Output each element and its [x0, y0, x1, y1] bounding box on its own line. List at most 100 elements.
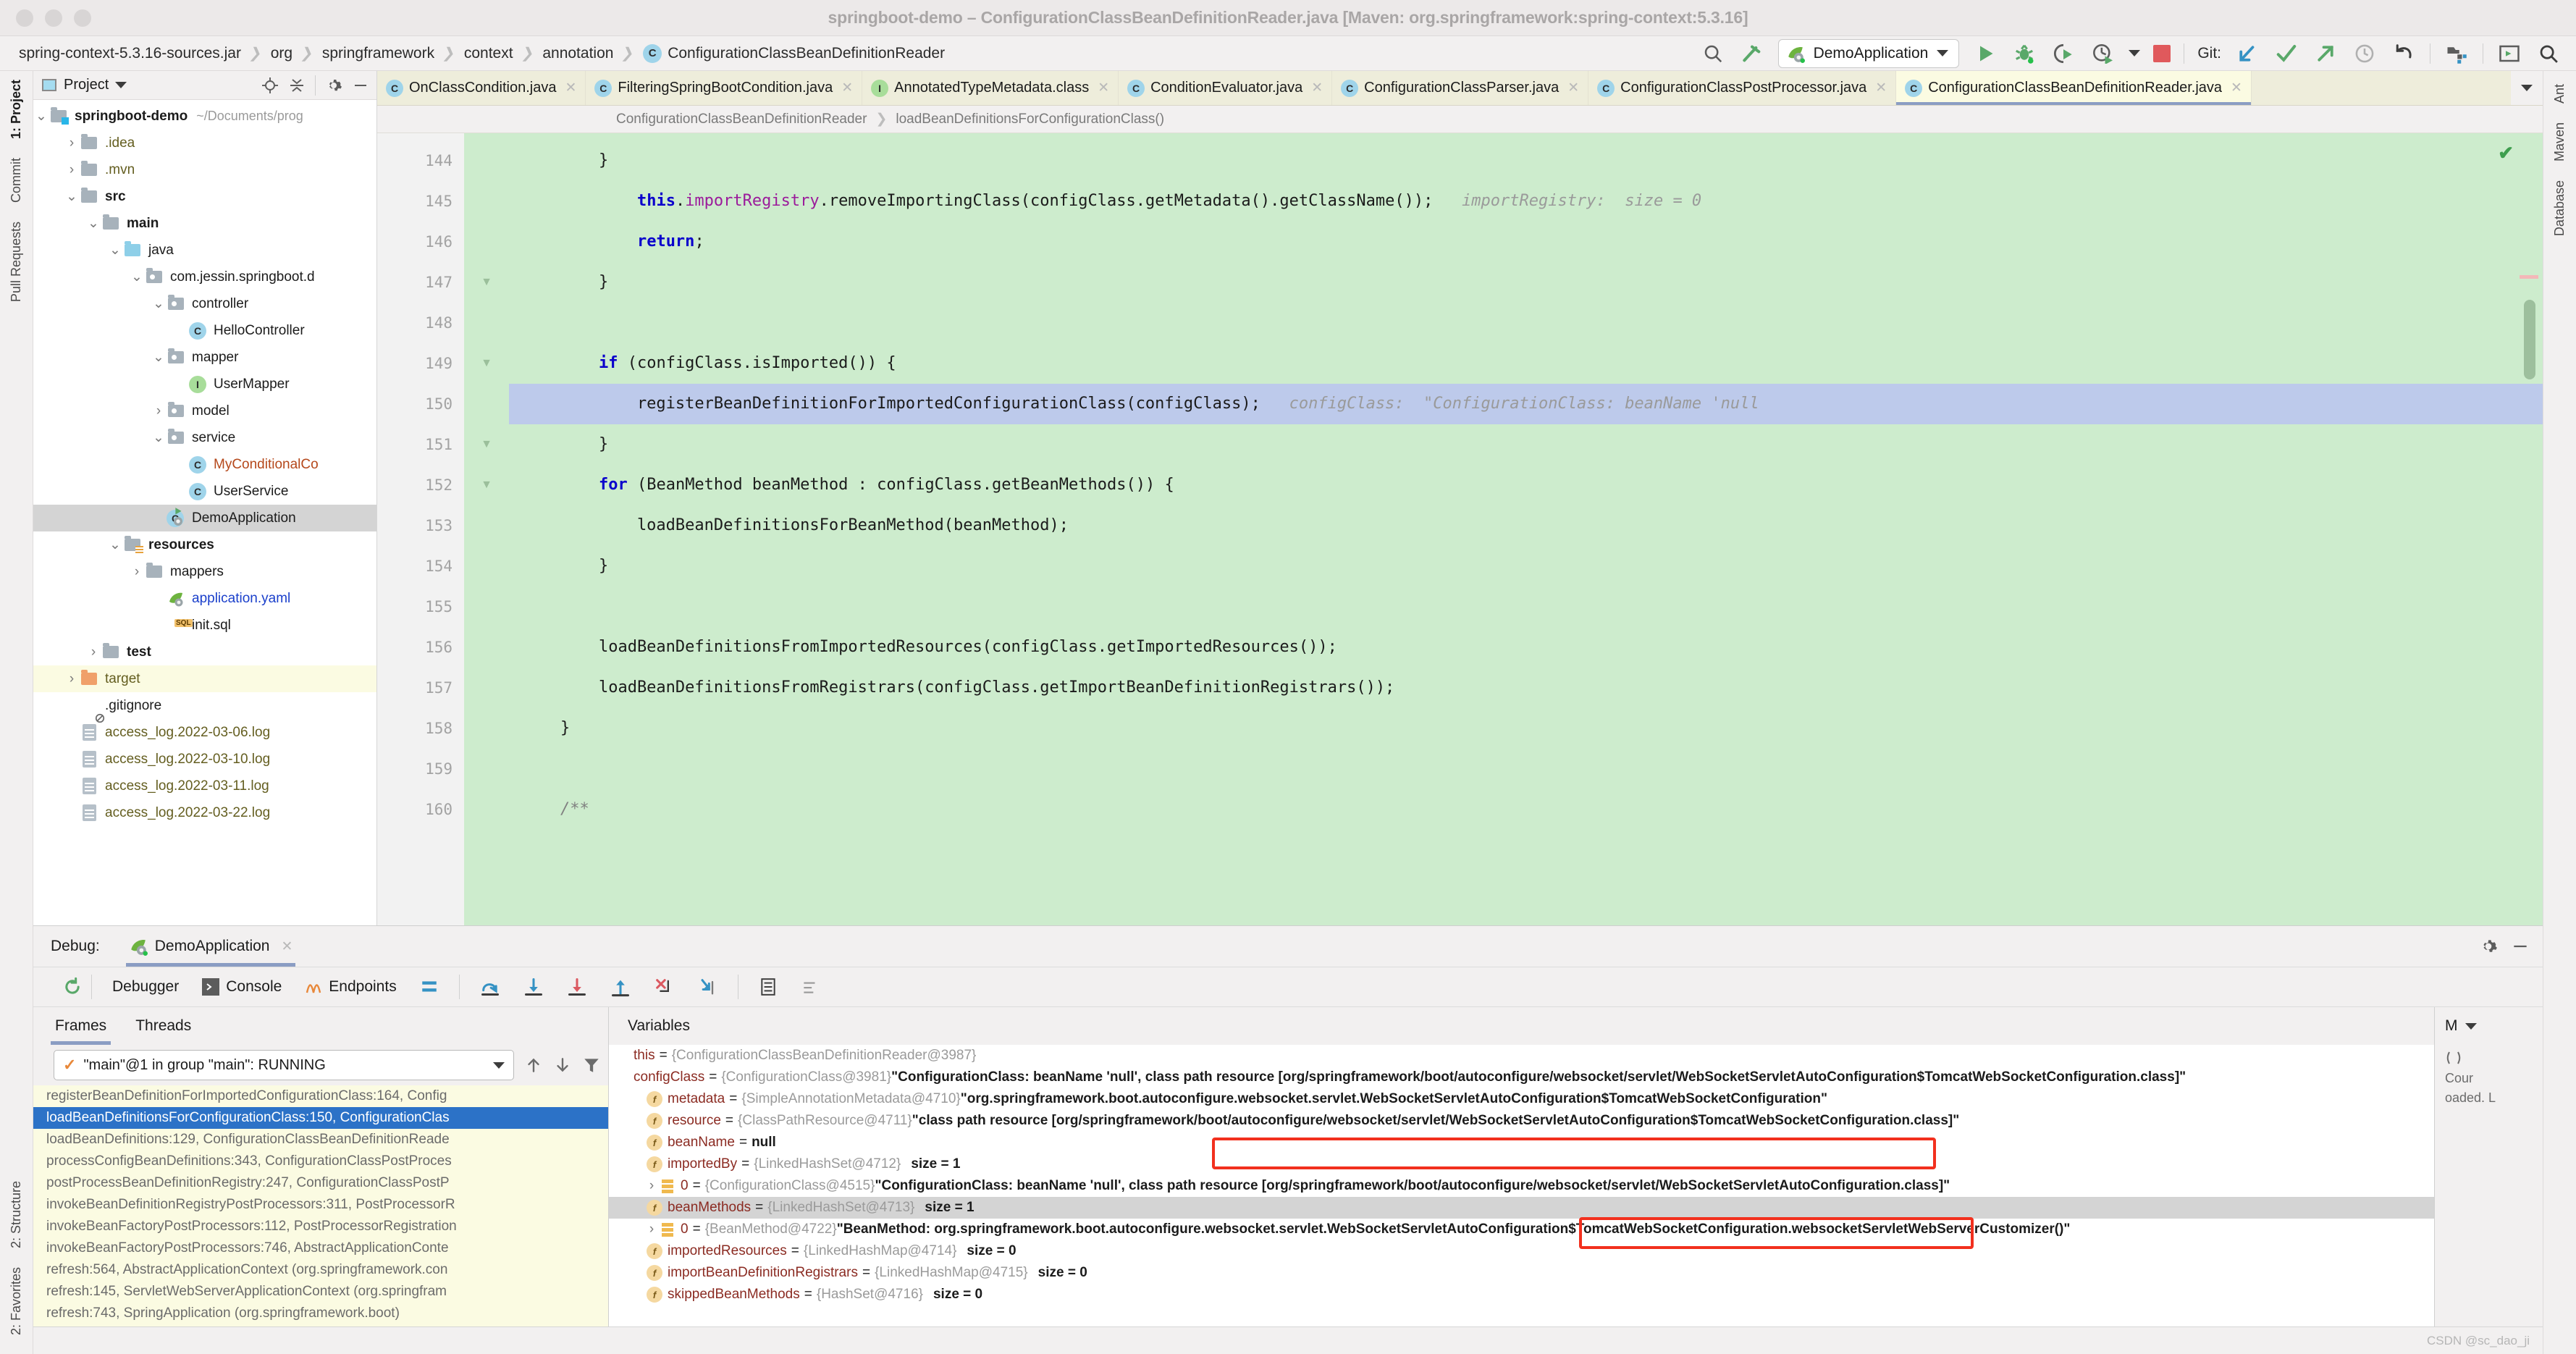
frame-row[interactable]: invokeBeanDefinitionRegistryPostProcesso… — [33, 1194, 608, 1216]
build-hammer-icon[interactable] — [1739, 41, 1765, 67]
gear-icon[interactable] — [2479, 937, 2498, 956]
chevron-right-icon[interactable]: › — [64, 671, 80, 687]
chevron-down-icon[interactable]: ⌄ — [107, 242, 123, 258]
chevron-down-icon[interactable]: ⌄ — [33, 108, 49, 125]
variable-row[interactable]: f skippedBeanMethods = {HashSet@4716} size … — [609, 1284, 2434, 1305]
git-update-icon[interactable] — [2234, 41, 2260, 67]
chevron-right-icon[interactable]: › — [64, 135, 80, 151]
code-line[interactable]: loadBeanDefinitionsFromImportedResources… — [509, 627, 2543, 668]
tree-node-resources[interactable]: ⌄ resources — [33, 531, 376, 558]
fold-marker[interactable]: ▼ — [464, 262, 509, 303]
tree-node-access-log-2022-03-10-log[interactable]: access_log.2022-03-10.log — [33, 746, 376, 773]
tree-node-usermapper[interactable]: I UserMapper — [33, 371, 376, 398]
breadcrumb-class[interactable]: ConfigurationClassBeanDefinitionReader — [616, 112, 867, 127]
git-push-icon[interactable] — [2312, 41, 2339, 67]
variable-row[interactable]: this = {ConfigurationClassBeanDefinitionRe… — [609, 1045, 2434, 1067]
chevron-right-icon[interactable]: › — [151, 403, 167, 419]
chevron-right-icon[interactable]: › — [644, 1178, 660, 1194]
layout-settings-icon[interactable] — [408, 977, 450, 996]
variable-row[interactable]: configClass = {ConfigurationClass@3981} "C… — [609, 1067, 2434, 1088]
frames-filter-button[interactable] — [582, 1056, 601, 1075]
tab-frames[interactable]: Frames — [50, 1007, 111, 1045]
code-line[interactable]: } — [509, 424, 2543, 465]
fold-marker[interactable] — [464, 384, 509, 424]
tree-node-init-sql[interactable]: SQL init.sql — [33, 612, 376, 639]
editor-tab-overflow[interactable] — [2511, 71, 2543, 105]
tab-endpoints[interactable]: Endpoints — [293, 978, 408, 996]
step-out-icon[interactable] — [599, 977, 642, 997]
tree-node-com-jessin-springboot-d[interactable]: ⌄ com.jessin.springboot.d — [33, 264, 376, 290]
fold-marker[interactable]: ▼ — [464, 343, 509, 384]
chevron-down-icon[interactable]: ⌄ — [129, 269, 145, 285]
editor-vertical-scrollbar[interactable] — [2524, 300, 2535, 379]
breadcrumb-item-4[interactable]: annotation — [542, 45, 613, 62]
project-structure-icon[interactable] — [2444, 41, 2470, 67]
tree-node-controller[interactable]: ⌄ controller — [33, 290, 376, 317]
fold-marker[interactable] — [464, 668, 509, 708]
fold-marker[interactable] — [464, 505, 509, 546]
frame-row[interactable]: processConfigBeanDefinitions:343, Config… — [33, 1151, 608, 1172]
code-text[interactable]: } this.importRegistry.removeImportingCla… — [509, 133, 2543, 925]
close-icon[interactable]: ✕ — [1567, 80, 1579, 96]
chevron-down-icon[interactable]: ⌄ — [107, 537, 123, 553]
tab-console[interactable]: Console — [190, 978, 293, 996]
fold-marker[interactable] — [464, 181, 509, 222]
frames-tab-bar[interactable]: Frames Threads — [33, 1007, 608, 1045]
tree-node-demoapplication[interactable]: C DemoApplication — [33, 505, 376, 531]
editor-tab-1[interactable]: C FilteringSpringBootCondition.java ✕ — [586, 71, 863, 105]
code-line[interactable]: loadBeanDefinitionsForBeanMethod(beanMet… — [509, 505, 2543, 546]
variable-row[interactable]: f beanMethods = {LinkedHashSet@4713} size =… — [609, 1197, 2434, 1219]
fold-marker[interactable]: ▼ — [464, 465, 509, 505]
evaluate-expression-icon[interactable] — [747, 977, 789, 996]
variable-row[interactable]: f importBeanDefinitionRegistrars = {LinkedH… — [609, 1262, 2434, 1284]
code-line[interactable]: registerBeanDefinitionForImportedConfigu… — [509, 384, 2543, 424]
code-line[interactable]: for (BeanMethod beanMethod : configClass… — [509, 465, 2543, 505]
variables-tree[interactable]: this = {ConfigurationClassBeanDefinitionRe… — [609, 1045, 2434, 1326]
tree-node-gitignore[interactable]: .gitignore — [33, 692, 376, 723]
close-icon[interactable]: ✕ — [565, 80, 576, 96]
mute-breakpoints-icon[interactable] — [789, 977, 831, 996]
code-line[interactable] — [509, 303, 2543, 343]
editor-tab-5[interactable]: C ConfigurationClassPostProcessor.java ✕ — [1588, 71, 1897, 105]
frames-down-button[interactable] — [553, 1056, 572, 1075]
fold-marker[interactable] — [464, 546, 509, 586]
tree-node-model[interactable]: › model — [33, 398, 376, 424]
debug-session-tab[interactable]: DemoApplication ✕ — [119, 926, 303, 967]
tree-node-src[interactable]: ⌄ src — [33, 183, 376, 210]
git-history-icon[interactable] — [2352, 41, 2378, 67]
search-icon[interactable] — [2535, 41, 2562, 67]
close-icon[interactable]: ✕ — [1098, 80, 1109, 96]
tree-node-userservice[interactable]: C UserService — [33, 478, 376, 505]
variable-row[interactable]: f importedBy = {LinkedHashSet@4712} size = … — [609, 1153, 2434, 1175]
variable-row[interactable]: f resource = {ClassPathResource@4711} "clas… — [609, 1110, 2434, 1132]
fold-marker[interactable] — [464, 303, 509, 343]
frame-row[interactable]: loadBeanDefinitionsForConfigurationClass… — [33, 1107, 608, 1129]
code-line[interactable] — [509, 749, 2543, 789]
tree-node-mapper[interactable]: ⌄ mapper — [33, 344, 376, 371]
drop-frame-icon[interactable] — [642, 977, 686, 997]
frame-row[interactable]: postProcessBeanDefinitionRegistry:247, C… — [33, 1172, 608, 1194]
chevron-down-icon[interactable] — [115, 82, 127, 88]
variable-row[interactable]: f metadata = {SimpleAnnotationMetadata@4710… — [609, 1088, 2434, 1110]
breadcrumb-item-3[interactable]: context — [464, 45, 513, 62]
stop-button[interactable] — [2153, 44, 2171, 62]
hide-panel-icon[interactable] — [2511, 937, 2530, 956]
run-configuration-selector[interactable]: DemoApplication — [1777, 38, 1960, 68]
tree-node-access-log-2022-03-06-log[interactable]: access_log.2022-03-06.log — [33, 719, 376, 746]
tree-node-access-log-2022-03-11-log[interactable]: access_log.2022-03-11.log — [33, 773, 376, 799]
fold-marker[interactable] — [464, 140, 509, 181]
tree-node-service[interactable]: ⌄ service — [33, 424, 376, 451]
chevron-down-icon[interactable] — [493, 1061, 505, 1069]
frame-row[interactable]: invokeBeanFactoryPostProcessors:112, Pos… — [33, 1216, 608, 1237]
fold-marker[interactable] — [464, 789, 509, 830]
editor-tab-bar[interactable]: C OnClassCondition.java ✕ C FilteringSpringB… — [377, 71, 2543, 106]
variable-row[interactable]: › 0 = {ConfigurationClass@4515} "Configurat… — [609, 1175, 2434, 1197]
breadcrumb-method[interactable]: loadBeanDefinitionsForConfigurationClass… — [896, 112, 1164, 127]
project-tree[interactable]: ⌄ springboot-demo ~/Documents/prog › .ide… — [33, 100, 376, 925]
chevron-down-icon[interactable]: ⌄ — [64, 188, 80, 205]
frame-row[interactable]: refresh:743, SpringApplication (org.spri… — [33, 1303, 608, 1324]
terminal-icon[interactable] — [2496, 41, 2522, 67]
chevron-down-icon[interactable] — [1937, 50, 1949, 56]
fold-marker[interactable] — [464, 627, 509, 668]
tree-node-target[interactable]: › target — [33, 665, 376, 692]
